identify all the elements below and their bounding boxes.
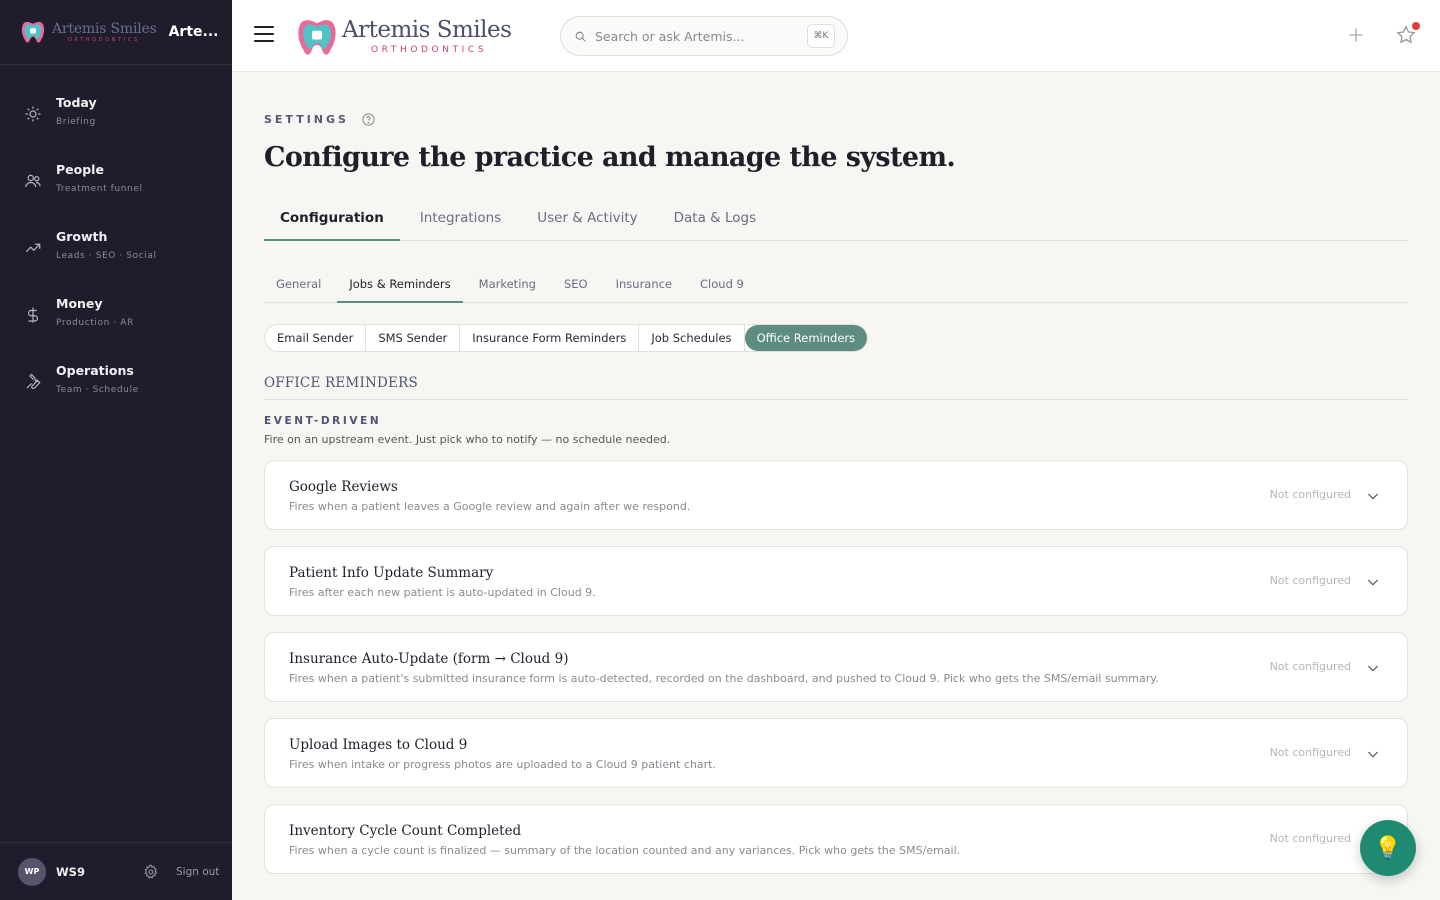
sidebar-item-sub: Briefing (56, 117, 96, 127)
search-input[interactable] (595, 28, 795, 44)
card-description: Fires when a patient's submitted insuran… (289, 672, 1159, 685)
chevron-down-icon[interactable] (1365, 660, 1381, 676)
people-icon (25, 174, 41, 188)
reminder-cards: Google Reviews Fires when a patient leav… (264, 460, 1408, 890)
subtab-seo[interactable]: SEO (552, 272, 600, 303)
reminder-card-google-reviews[interactable]: Google Reviews Fires when a patient leav… (264, 460, 1408, 530)
sidebar-item-people[interactable]: People Treatment funnel (0, 148, 232, 215)
sidebar-item-label: Growth (56, 229, 108, 244)
card-title: Patient Info Update Summary (289, 565, 494, 581)
wrench-icon (26, 373, 41, 390)
card-description: Fires after each new patient is auto-upd… (289, 586, 596, 599)
sidebar-item-sub: Leads · SEO · Social (56, 251, 157, 261)
ideas-fab-button[interactable]: 💡 (1360, 820, 1416, 876)
segment-office-reminders[interactable]: Office Reminders (744, 325, 868, 351)
card-title: Upload Images to Cloud 9 (289, 737, 468, 753)
status-badge: Not configured (1269, 574, 1351, 587)
primary-tabs: Configuration Integrations User & Activi… (264, 200, 1408, 241)
segment-sms-sender[interactable]: SMS Sender (366, 325, 461, 351)
page-overline: SETTINGS (264, 112, 376, 127)
subtab-jobs-reminders[interactable]: Jobs & Reminders (337, 272, 463, 303)
reminder-card-upload-images[interactable]: Upload Images to Cloud 9 Fires when inta… (264, 718, 1408, 788)
card-description: Fires when a cycle count is finalized — … (289, 844, 961, 857)
card-title: Insurance Auto-Update (form → Cloud 9) (289, 651, 569, 667)
card-description: Fires when intake or progress photos are… (289, 758, 716, 771)
overline-text: SETTINGS (264, 113, 349, 126)
status-badge: Not configured (1269, 832, 1351, 845)
tab-data-logs[interactable]: Data & Logs (658, 200, 773, 241)
page-title: Configure the practice and manage the sy… (264, 142, 956, 173)
sidebar-logo-text: Artemis Smiles ORTHODONTICS (52, 22, 157, 43)
logo-name: Artemis Smiles (342, 17, 512, 43)
sidebar-item-sub: Production · AR (56, 318, 134, 328)
group-label: EVENT-DRIVEN (264, 415, 382, 427)
segment-insurance-form-reminders[interactable]: Insurance Form Reminders (460, 325, 640, 351)
status-badge: Not configured (1269, 660, 1351, 673)
trending-up-icon (25, 243, 41, 253)
card-description: Fires when a patient leaves a Google rev… (289, 500, 691, 513)
sun-icon (25, 106, 41, 122)
sidebar-item-label: Operations (56, 363, 134, 378)
subtab-insurance[interactable]: Insurance (604, 272, 684, 303)
card-title: Google Reviews (289, 479, 398, 495)
top-logo[interactable]: Artemis Smiles ORTHODONTICS (292, 12, 512, 62)
subtab-general[interactable]: General (264, 272, 333, 303)
top-bar: Artemis Smiles ORTHODONTICS ⌘K (232, 0, 1440, 72)
sign-out-link[interactable]: Sign out (176, 866, 219, 878)
sidebar-item-sub: Treatment funnel (56, 184, 143, 194)
sidebar-item-today[interactable]: Today Briefing (0, 81, 232, 148)
tab-configuration[interactable]: Configuration (264, 200, 400, 241)
reminder-card-patient-info-update[interactable]: Patient Info Update Summary Fires after … (264, 546, 1408, 616)
sidebar-item-label: Money (56, 296, 103, 311)
subtab-cloud9[interactable]: Cloud 9 (688, 272, 756, 303)
card-title: Inventory Cycle Count Completed (289, 823, 522, 839)
sidebar-footer: WP WS9 Sign out (0, 842, 232, 900)
subtab-marketing[interactable]: Marketing (467, 272, 548, 303)
reminder-card-insurance-auto-update[interactable]: Insurance Auto-Update (form → Cloud 9) F… (264, 632, 1408, 702)
group-description: Fire on an upstream event. Just pick who… (264, 433, 671, 446)
search-icon (575, 31, 586, 42)
secondary-tabs: General Jobs & Reminders Marketing SEO I… (264, 272, 1408, 303)
notification-dot (1412, 22, 1420, 30)
sidebar-item-label: Today (56, 95, 97, 110)
tooth-logo-icon (21, 21, 45, 43)
sidebar-header: Artemis Smiles ORTHODONTICS Arte... (0, 0, 232, 65)
sidebar-item-operations[interactable]: Operations Team · Schedule (0, 349, 232, 416)
chevron-down-icon[interactable] (1365, 746, 1381, 762)
tab-user-activity[interactable]: User & Activity (521, 200, 653, 241)
shortcut-badge: ⌘K (807, 24, 835, 48)
status-badge: Not configured (1269, 488, 1351, 501)
tooth-logo-icon (298, 20, 336, 55)
help-icon[interactable] (361, 112, 376, 127)
reminder-card-inventory-cycle-count[interactable]: Inventory Cycle Count Completed Fires wh… (264, 804, 1408, 874)
user-name: WS9 (56, 864, 85, 879)
sidebar-item-money[interactable]: Money Production · AR (0, 282, 232, 349)
plus-icon[interactable] (1346, 25, 1366, 45)
logo-name: Artemis Smiles (52, 20, 157, 37)
sidebar-item-sub: Team · Schedule (56, 385, 139, 395)
sidebar-item-label: People (56, 162, 104, 177)
chevron-down-icon[interactable] (1365, 488, 1381, 504)
logo-tagline: ORTHODONTICS (371, 45, 488, 55)
menu-icon[interactable] (254, 26, 274, 44)
lightbulb-icon: 💡 (1374, 835, 1402, 861)
sidebar-nav: Today Briefing People Treatment funnel Gro… (0, 65, 232, 416)
segment-job-schedules[interactable]: Job Schedules (639, 325, 745, 351)
logo-tagline: ORTHODONTICS (68, 36, 140, 43)
avatar[interactable]: WP (18, 857, 46, 886)
chevron-down-icon[interactable] (1365, 574, 1381, 590)
gear-icon[interactable] (143, 864, 159, 880)
status-badge: Not configured (1269, 746, 1351, 759)
sidebar-item-growth[interactable]: Growth Leads · SEO · Social (0, 215, 232, 282)
segmented-control: Email Sender SMS Sender Insurance Form R… (264, 324, 869, 352)
app-name: Arte... (168, 24, 219, 40)
segment-email-sender[interactable]: Email Sender (265, 325, 367, 351)
search-box[interactable]: ⌘K (560, 16, 848, 56)
dollar-icon (27, 307, 39, 323)
section-title: OFFICE REMINDERS (264, 375, 1408, 400)
sidebar: Artemis Smiles ORTHODONTICS Arte... Toda… (0, 0, 232, 900)
tab-integrations[interactable]: Integrations (404, 200, 517, 241)
